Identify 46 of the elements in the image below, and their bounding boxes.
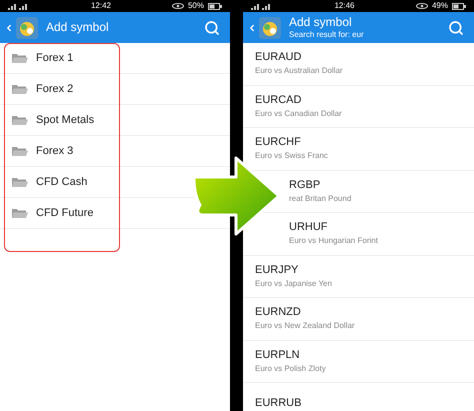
symbol-name[interactable]: EURCAD — [255, 94, 474, 106]
folder-icon — [12, 52, 28, 64]
folder-icon — [12, 84, 28, 94]
eye-icon — [416, 3, 428, 9]
folder-icon — [12, 146, 28, 156]
symbol-name[interactable]: EURAUD — [255, 52, 474, 64]
folder-icon — [12, 114, 28, 126]
symbol-description: reat Britan Pound — [289, 194, 352, 203]
folder-label[interactable]: CFD Cash — [36, 174, 88, 190]
symbol-name[interactable]: EURJPY — [255, 264, 474, 276]
symbol-name[interactable]: EURNZD — [255, 307, 474, 318]
back-icon[interactable] — [247, 22, 257, 32]
signal-icon — [8, 2, 30, 10]
battery-percent: 49% — [432, 2, 448, 10]
app-logo-icon — [16, 16, 38, 38]
symbol-description: Euro vs Hungarian Forint — [289, 237, 379, 246]
app-logo-icon — [259, 16, 281, 38]
symbol-description: Euro vs Canadian Dollar — [255, 110, 343, 118]
battery-icon — [452, 2, 466, 10]
battery-icon — [208, 2, 222, 10]
folder-label[interactable]: Forex 2 — [36, 80, 74, 98]
symbol-description: Euro vs New Zealand Dollar — [255, 322, 356, 330]
symbol-description: Euro vs Polish Zloty — [255, 364, 327, 373]
header-subtitle: Search result for: eur — [289, 30, 365, 40]
symbol-description: Euro vs Japanise Yen — [255, 280, 333, 288]
folder-label[interactable]: Forex 1 — [36, 50, 74, 66]
folder-label[interactable]: CFD Future — [36, 204, 94, 222]
header-title: Add symbol — [289, 15, 353, 30]
battery-percent: 50% — [188, 2, 204, 10]
symbol-description: Euro vs Australian Dollar — [255, 67, 344, 76]
folder-icon — [12, 208, 28, 218]
folder-icon — [12, 176, 28, 188]
symbol-name[interactable]: EURPLN — [255, 350, 474, 361]
status-time: 12:42 — [90, 2, 111, 10]
symbol-name[interactable]: EURCHF — [255, 137, 474, 148]
symbol-name[interactable]: EURRUB — [255, 398, 474, 410]
signal-icon — [251, 2, 273, 10]
folder-label[interactable]: Forex 3 — [36, 142, 74, 160]
folder-label[interactable]: Spot Metals — [36, 112, 94, 128]
symbol-description: Euro vs Swiss Franc — [255, 152, 329, 160]
eye-icon — [172, 3, 184, 9]
symbol-name[interactable]: RGBP — [289, 180, 474, 191]
status-time: 12:46 — [334, 2, 354, 10]
symbol-name[interactable]: URHUF — [289, 222, 474, 234]
back-icon[interactable] — [4, 22, 14, 32]
header-title: Add symbol — [46, 20, 110, 35]
